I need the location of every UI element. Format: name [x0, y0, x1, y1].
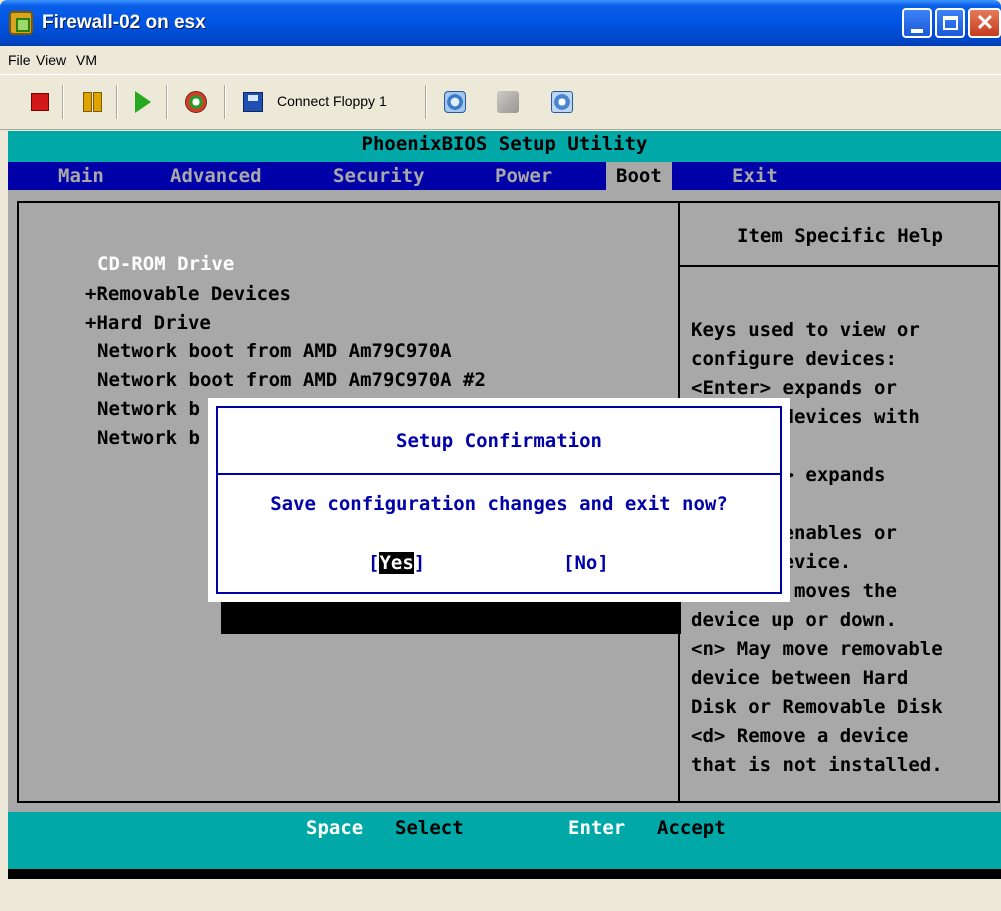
window-title: Firewall-02 on esx [42, 12, 206, 33]
dialog-message: Save configuration changes and exit now? [270, 493, 728, 515]
dialog-frame: Setup Confirmation Save configuration ch… [216, 406, 782, 594]
bios-bottom-band [8, 869, 1001, 879]
power-on-icon[interactable] [135, 91, 151, 113]
bios-menu-power[interactable]: Power [491, 162, 556, 190]
vm-console[interactable]: PhoenixBIOS Setup Utility Main Advanced … [8, 131, 1001, 911]
reset-icon[interactable] [185, 91, 207, 113]
bios-title: PhoenixBIOS Setup Utility [361, 133, 648, 155]
bios-menu-security[interactable]: Security [329, 162, 429, 190]
connect-floppy-button[interactable]: Connect Floppy 1 [277, 93, 387, 109]
toolbar-separator [166, 85, 168, 119]
boot-item-network-4[interactable]: Network b [97, 427, 200, 449]
toolbar-separator [425, 85, 427, 119]
bios-header: PhoenixBIOS Setup Utility [8, 131, 1001, 162]
menu-file[interactable]: File [8, 52, 31, 68]
close-icon: ✕ [975, 10, 995, 35]
vm-toolbar: Connect Floppy 1 [0, 74, 1001, 130]
bios-menu-advanced[interactable]: Advanced [166, 162, 266, 190]
boot-item-network-3[interactable]: Network b [97, 398, 200, 420]
revert-snapshot-icon[interactable] [497, 91, 519, 113]
yes-button[interactable]: [Yes] [368, 552, 425, 574]
bios-menu-main[interactable]: Main [54, 162, 108, 190]
yes-bracket-open: [ [368, 552, 380, 574]
boot-item-hard-drive[interactable]: +Hard Drive [85, 312, 211, 334]
bios-footer: Space Select Enter Accept [8, 812, 1001, 869]
minimize-icon [911, 29, 923, 33]
minimize-button[interactable] [902, 8, 932, 38]
boot-item-cdrom[interactable]: CD-ROM Drive [97, 253, 234, 275]
close-button[interactable]: ✕ [968, 8, 1001, 38]
boot-item-removable[interactable]: +Removable Devices [85, 283, 291, 305]
bios-menu-exit[interactable]: Exit [728, 162, 782, 190]
power-off-icon[interactable] [31, 93, 49, 111]
toolbar-separator [224, 85, 226, 119]
dialog-divider [218, 473, 780, 475]
take-snapshot-icon[interactable] [444, 91, 466, 113]
toolbar-separator [116, 85, 118, 119]
footer-label-select: Select [395, 817, 464, 839]
window-status-bar [8, 879, 1001, 911]
footer-key-enter: Enter [568, 817, 626, 839]
footer-key-space: Space [306, 817, 364, 839]
dialog-title: Setup Confirmation [396, 430, 602, 452]
menu-vm[interactable]: VM [76, 52, 97, 68]
snapshot-manager-icon[interactable] [551, 91, 573, 113]
window-titlebar[interactable]: Firewall-02 on esx ✕ [0, 0, 1001, 46]
maximize-icon [943, 16, 958, 30]
help-title: Item Specific Help [737, 225, 943, 247]
footer-label-accept: Accept [657, 817, 726, 839]
menu-view[interactable]: View [36, 52, 66, 68]
setup-confirmation-dialog: Setup Confirmation Save configuration ch… [208, 398, 790, 602]
no-button[interactable]: [No] [563, 552, 609, 574]
boot-item-network-1[interactable]: Network boot from AMD Am79C970A [97, 340, 452, 362]
yes-bracket-close: ] [413, 552, 426, 574]
suspend-icon[interactable] [82, 91, 104, 113]
help-divider [680, 265, 1000, 267]
floppy-icon[interactable] [243, 92, 263, 112]
maximize-button[interactable] [935, 8, 965, 38]
toolbar-separator [62, 85, 64, 119]
bios-menu-boot[interactable]: Boot [606, 162, 672, 190]
menu-bar: File View VM [0, 46, 1001, 74]
boot-item-network-2[interactable]: Network boot from AMD Am79C970A #2 [97, 369, 486, 391]
yes-label: Yes [379, 552, 414, 574]
vm-app-icon [9, 11, 33, 35]
bios-menu-bar: Main Advanced Security Power Boot Exit [8, 162, 1001, 190]
